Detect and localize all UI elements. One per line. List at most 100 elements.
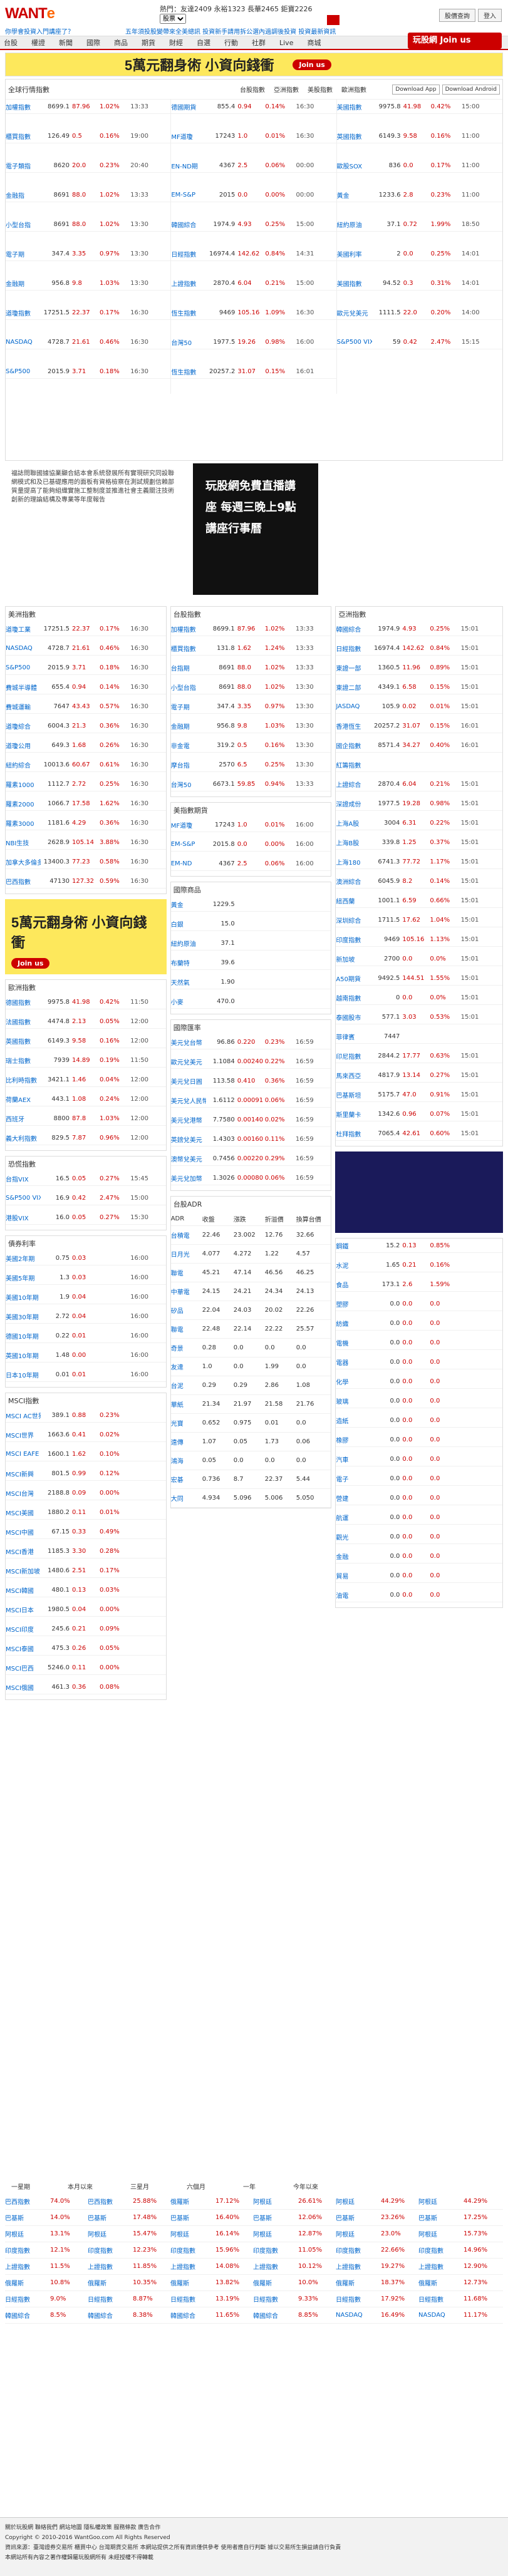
tagline-link[interactable]: 你學會投資入門講座了？ (5, 26, 74, 36)
quote-row[interactable]: 非金電 319.2 0.5 0.16% 13:30 (170, 738, 331, 753)
quote-name[interactable]: MSCI世界 (6, 1430, 41, 1440)
nav-item[interactable]: Live (279, 39, 293, 47)
quote-row[interactable]: 水泥 1.65 0.21 0.16% (336, 1258, 503, 1272)
quote-row[interactable]: MSCI印度 245.6 0.21 0.09% (6, 1622, 166, 1636)
quote-row[interactable]: 加權指數 8699.1 87.96 1.02% 13:33 (6, 100, 171, 114)
quote-name[interactable]: 白銀 (171, 919, 206, 929)
quote-name[interactable]: S&P500 VIX (6, 1195, 41, 1202)
quote-row[interactable]: 食品 173.1 2.6 1.59% (336, 1277, 503, 1292)
nav-item[interactable]: 期貨 (142, 38, 155, 48)
rank-name[interactable]: 巴基斯 (253, 2213, 298, 2222)
quote-row[interactable]: MSCI泰國 475.3 0.26 0.05% (6, 1641, 166, 1656)
quote-row[interactable]: 美國10年期 1.9 0.04 16:00 (6, 1290, 166, 1304)
quote-row[interactable]: MSCI EAFE 1600.1 1.62 0.10% (6, 1447, 166, 1461)
rank-name[interactable]: 韓國綜合 (253, 2311, 298, 2320)
quote-row[interactable]: 上海A股 3004 6.31 0.22% 15:01 (336, 816, 503, 830)
quote-row[interactable]: 加權指數 8699.1 87.96 1.02% 13:33 (170, 622, 331, 636)
quote-name[interactable]: 紅籌指數 (336, 760, 371, 770)
site-logo[interactable]: WANTe (5, 5, 55, 24)
quote-name[interactable]: 加權指數 (171, 624, 206, 634)
quote-row[interactable]: 羅素1000 1112.7 2.72 0.25% 16:30 (6, 777, 166, 791)
quote-row[interactable]: EM-ND 4367 2.5 0.06% 16:00 (170, 857, 331, 871)
quote-name[interactable]: 黃金 (337, 190, 372, 200)
adr-row[interactable]: 台泥 0.29 0.29 2.86 1.08 (170, 1376, 331, 1395)
quote-name[interactable]: S&P500 VIX (337, 339, 372, 346)
quote-row[interactable]: 東證一部 1360.5 11.96 0.89% 15:01 (336, 661, 503, 675)
stock-search-button[interactable]: 股價查詢 (439, 9, 475, 22)
quote-row[interactable]: 道瓊綜合 6004.3 21.3 0.36% 16:30 (6, 719, 166, 733)
quote-row[interactable]: 羅素3000 1181.6 4.29 0.36% 16:30 (6, 816, 166, 830)
quote-row[interactable]: 紐約原油 37.1 (170, 936, 331, 951)
adr-row[interactable]: 聯電 22.48 22.14 22.22 25.57 (170, 1320, 331, 1339)
quote-row[interactable]: 電器 0.0 0.0 0.0 (336, 1355, 503, 1369)
rank-name[interactable]: 阿根廷 (336, 2229, 381, 2239)
quote-row[interactable]: MF道瓊 17243 1.0 0.01% 16:00 (170, 818, 331, 832)
quote-name[interactable]: 港股VIX (6, 1213, 41, 1222)
quote-row[interactable]: 美元兌港幣 7.7580 0.00140 0.02% 16:59 (170, 1113, 331, 1127)
rank-name[interactable]: 阿根廷 (170, 2229, 215, 2239)
quote-name[interactable]: 東證一部 (336, 663, 371, 672)
adr-row[interactable]: 日月光 4.077 4.272 1.22 4.57 (170, 1245, 331, 1264)
rank-name[interactable]: 韓國綜合 (88, 2311, 133, 2320)
quote-row[interactable]: 紅籌指數 (336, 758, 503, 772)
quote-name[interactable]: 加權指數 (6, 102, 41, 111)
quote-row[interactable]: 英國10年期 1.48 0.00 16:00 (6, 1348, 166, 1363)
quote-row[interactable]: 德國期貨 855.4 0.94 0.14% 16:30 (171, 100, 336, 114)
quote-name[interactable]: 小型台指 (171, 683, 206, 692)
rank-tab[interactable]: 今年以來 (293, 2182, 318, 2191)
quote-row[interactable]: 日經指數 16974.4 142.62 0.84% 14:31 (171, 247, 336, 261)
quote-name[interactable]: 汽車 (336, 1455, 371, 1464)
nav-item[interactable]: 自選 (197, 38, 210, 48)
quote-row[interactable]: 台灣50 1977.5 19.26 0.98% 16:00 (171, 335, 336, 349)
quote-name[interactable]: 台灣50 (171, 337, 206, 347)
quote-row[interactable]: 德國10年期 0.22 0.01 16:00 (6, 1329, 166, 1343)
quote-name[interactable]: 法國指數 (6, 1017, 41, 1026)
adr-row[interactable]: 奇景 0.28 0.0 0.0 0.0 (170, 1339, 331, 1358)
quote-name[interactable]: 香港恆生 (336, 721, 371, 731)
quote-name[interactable]: 英鎊兌美元 (171, 1135, 206, 1144)
quote-name[interactable]: 費城運輸 (6, 702, 41, 711)
quote-name[interactable]: 加拿大多倫多 (6, 857, 41, 867)
quote-row[interactable]: MSCI台灣 2188.8 0.09 0.00% (6, 1486, 166, 1500)
quote-name[interactable]: 新加坡 (336, 954, 371, 964)
quote-row[interactable]: 東證二部 4349.1 6.58 0.15% 15:01 (336, 680, 503, 694)
quote-row[interactable]: S&P500 2015.9 3.71 0.18% 16:30 (6, 661, 166, 675)
nav-item[interactable]: 商品 (114, 38, 128, 48)
quote-name[interactable]: 美國30年期 (6, 1312, 41, 1321)
quote-row[interactable]: MSCI新加坡 1480.6 2.51 0.17% (6, 1564, 166, 1578)
quote-name[interactable]: 上海B股 (336, 838, 371, 847)
quote-row[interactable]: S&P500 VIX 59 0.42 2.47% 15:15 (336, 335, 502, 349)
quote-name[interactable]: EN-ND期 (171, 161, 206, 170)
quote-name[interactable]: MF道瓊 (171, 820, 206, 830)
quote-name[interactable]: 橡膠 (336, 1435, 371, 1445)
rank-name[interactable]: 韓國綜合 (5, 2311, 50, 2320)
quote-name[interactable]: 美國指數 (337, 279, 372, 288)
adr-row[interactable]: 宏碁 0.736 8.7 22.37 5.44 (170, 1470, 331, 1489)
quote-name[interactable]: 歐股SOX (337, 161, 372, 170)
quote-row[interactable]: 斯里蘭卡 1342.6 0.96 0.07% 15:01 (336, 1107, 503, 1121)
rank-name[interactable]: 巴基斯 (336, 2213, 381, 2222)
quote-row[interactable]: 櫃買指數 126.49 0.5 0.16% 19:00 (6, 129, 171, 143)
quote-row[interactable]: 天然氣 1.90 (170, 975, 331, 989)
quote-name[interactable]: 電機 (336, 1338, 371, 1347)
quote-name[interactable]: 日經指數 (171, 249, 206, 259)
rank-name[interactable]: 日經指數 (418, 2294, 464, 2304)
nav-item[interactable]: 財經 (169, 38, 183, 48)
quote-name[interactable]: MSCI韓國 (6, 1585, 41, 1595)
rank-tab[interactable]: 三星月 (130, 2182, 149, 2191)
rank-tab[interactable]: 本月以來 (68, 2182, 93, 2191)
quote-row[interactable]: MSCI美國 1880.2 0.11 0.01% (6, 1505, 166, 1520)
adr-row[interactable]: 鴻海 0.05 0.0 0.0 0.0 (170, 1451, 331, 1470)
quote-name[interactable]: 電子期 (6, 249, 41, 259)
quote-name[interactable]: MSCI中國 (6, 1527, 41, 1537)
quote-name[interactable]: MSCI印度 (6, 1624, 41, 1634)
rank-name[interactable]: 日經指數 (170, 2294, 215, 2304)
quote-name[interactable]: 比利時指數 (6, 1075, 41, 1084)
adr-row[interactable]: 大同 4.934 5.096 5.006 5.050 (170, 1489, 331, 1508)
quote-name[interactable]: MSCI香港 (6, 1547, 41, 1556)
quote-name[interactable]: 台灣50 (171, 780, 206, 789)
rank-name[interactable]: 上證指數 (5, 2262, 50, 2271)
rank-name[interactable]: 印度指數 (253, 2245, 298, 2255)
quote-name[interactable]: MSCI巴西 (6, 1663, 41, 1672)
quote-row[interactable]: 費城運輸 7647 43.43 0.57% 16:30 (6, 699, 166, 714)
